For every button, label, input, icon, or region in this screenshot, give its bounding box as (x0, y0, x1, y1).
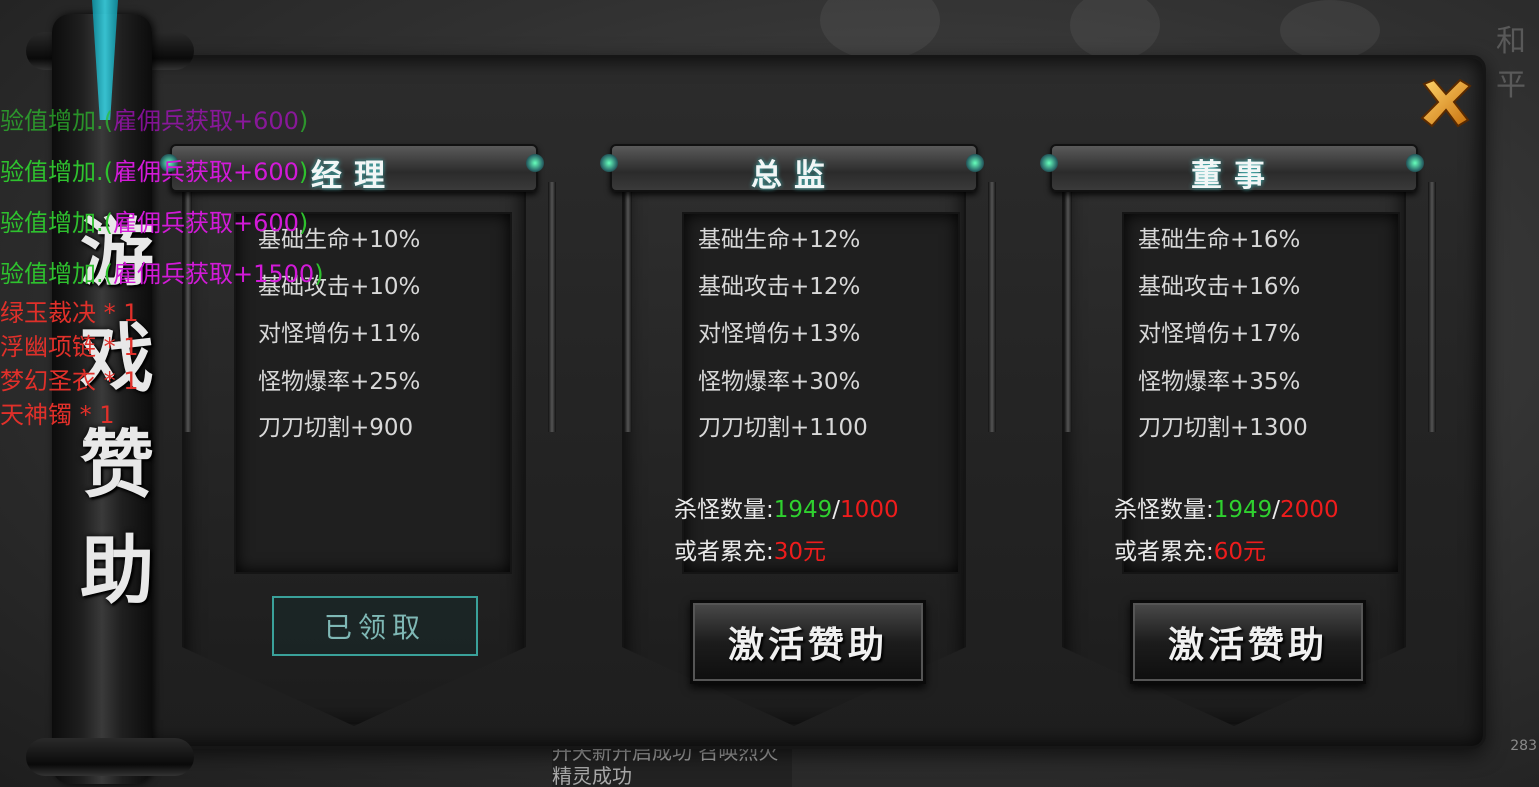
exp-feed-suffix: ) (298, 107, 309, 135)
kill-count-label: 杀怪数量: (674, 497, 774, 523)
header-knob-right (1406, 154, 1424, 172)
stat-line: 刀刀切割+900 (258, 415, 414, 441)
exp-feed-highlight: 雇佣兵获取+1500 (113, 260, 315, 288)
card-pole-right (1428, 182, 1436, 432)
exp-feed-highlight: 雇佣兵获取+600 (113, 158, 299, 186)
background-map-label: 和平 (1496, 24, 1526, 103)
claimed-status-button: 已领取 (272, 596, 478, 656)
kill-count-requirement: 杀怪数量:1949/2000 (1114, 490, 1339, 524)
card-title: 总监 (751, 158, 837, 194)
kill-count-label: 杀怪数量: (1114, 497, 1214, 523)
exp-feed-suffix: ) (298, 158, 309, 186)
kill-count-separator: / (832, 497, 841, 523)
sponsor-card-director: 总监 基础生命+12% 基础攻击+12% 对怪增伤+13% 怪物爆率+30% 刀… (600, 142, 996, 742)
recharge-amount: 60元 (1213, 539, 1267, 565)
card-pole-left (1064, 182, 1072, 432)
background-decoration (820, 0, 940, 60)
background-edge-number: 283 (1510, 738, 1537, 754)
stat-line: 对怪增伤+11% (258, 321, 421, 347)
stat-line: 怪物爆率+30% (698, 369, 861, 395)
exp-feed-suffix: ) (314, 260, 324, 288)
recharge-label: 或者累充: (1114, 539, 1214, 565)
stat-line: 刀刀切割+1300 (1138, 415, 1308, 441)
kill-count-required: 2000 (1280, 497, 1339, 523)
background-decoration (1070, 0, 1160, 60)
card-header: 董事 (1050, 144, 1418, 194)
scroll-bottom-cap (26, 738, 194, 776)
exp-feed-prefix: 验值增加.( (0, 107, 113, 135)
exp-feed-suffix: ) (298, 209, 309, 237)
loot-feed-line: 梦幻圣衣 * 1 (0, 367, 139, 395)
loot-feed-line: 绿玉裁决 * 1 (0, 299, 139, 327)
background-decoration (1280, 0, 1380, 60)
exp-feed-highlight: 雇佣兵获取+600 (113, 107, 299, 135)
header-knob-left (1040, 154, 1058, 172)
activate-sponsor-button[interactable]: 激活赞助 (1130, 600, 1366, 684)
card-pole-left (624, 182, 632, 432)
exp-feed-prefix: 验值增加.( (0, 260, 113, 288)
recharge-label: 或者累充: (674, 539, 774, 565)
kill-count-current: 1949 (1213, 497, 1273, 523)
stat-line: 基础生命+12% (698, 227, 861, 253)
stat-line: 对怪增伤+17% (1138, 321, 1301, 347)
exp-feed-line: 验值增加.(雇佣兵获取+1500) (0, 249, 324, 300)
stat-line: 基础攻击+12% (698, 274, 861, 300)
loot-feed-line: 浮幽项链 * 1 (0, 333, 139, 361)
stat-line: 对怪增伤+13% (698, 321, 861, 347)
stat-line: 刀刀切割+1100 (698, 415, 868, 441)
exp-feed-line: 验值增加.(雇佣兵获取+600) (0, 198, 308, 249)
sponsor-card-board: 董事 基础生命+16% 基础攻击+16% 对怪增伤+17% 怪物爆率+35% 刀… (1040, 142, 1436, 742)
exp-feed-line: 验值增加.(雇佣兵获取+600) (0, 96, 308, 147)
kill-count-current: 1949 (773, 497, 833, 523)
kill-count-required: 1000 (840, 497, 899, 523)
header-knob-right (526, 154, 544, 172)
stat-line: 怪物爆率+25% (258, 369, 421, 395)
stat-line: 怪物爆率+35% (1138, 369, 1301, 395)
header-knob-left (600, 154, 618, 172)
exp-feed-line: 验值增加.(雇佣兵获取+600) (0, 147, 308, 198)
activate-sponsor-button[interactable]: 激活赞助 (690, 600, 926, 684)
exp-feed-highlight: 雇佣兵获取+600 (113, 209, 299, 237)
exp-feed-prefix: 验值增加.( (0, 158, 113, 186)
recharge-requirement: 或者累充:30元 (674, 532, 826, 566)
card-pole-right (988, 182, 996, 432)
header-knob-right (966, 154, 984, 172)
loot-feed-line: 天神镯 * 1 (0, 401, 115, 429)
card-title: 董事 (1191, 158, 1277, 194)
stat-line: 基础攻击+16% (1138, 274, 1301, 300)
stat-line: 基础生命+16% (1138, 227, 1301, 253)
recharge-requirement: 或者累充:60元 (1114, 532, 1266, 566)
exp-feed-prefix: 验值增加.( (0, 209, 113, 237)
kill-count-separator: / (1272, 497, 1281, 523)
loot-feed: 绿玉裁决 * 1 浮幽项链 * 1 梦幻圣衣 * 1 天神镯 * 1 (0, 296, 139, 432)
close-button[interactable] (1418, 76, 1474, 128)
card-header: 总监 (610, 144, 978, 194)
kill-count-requirement: 杀怪数量:1949/1000 (674, 490, 899, 524)
recharge-amount: 30元 (773, 539, 827, 565)
close-icon (1420, 78, 1472, 128)
card-pole-right (548, 182, 556, 432)
